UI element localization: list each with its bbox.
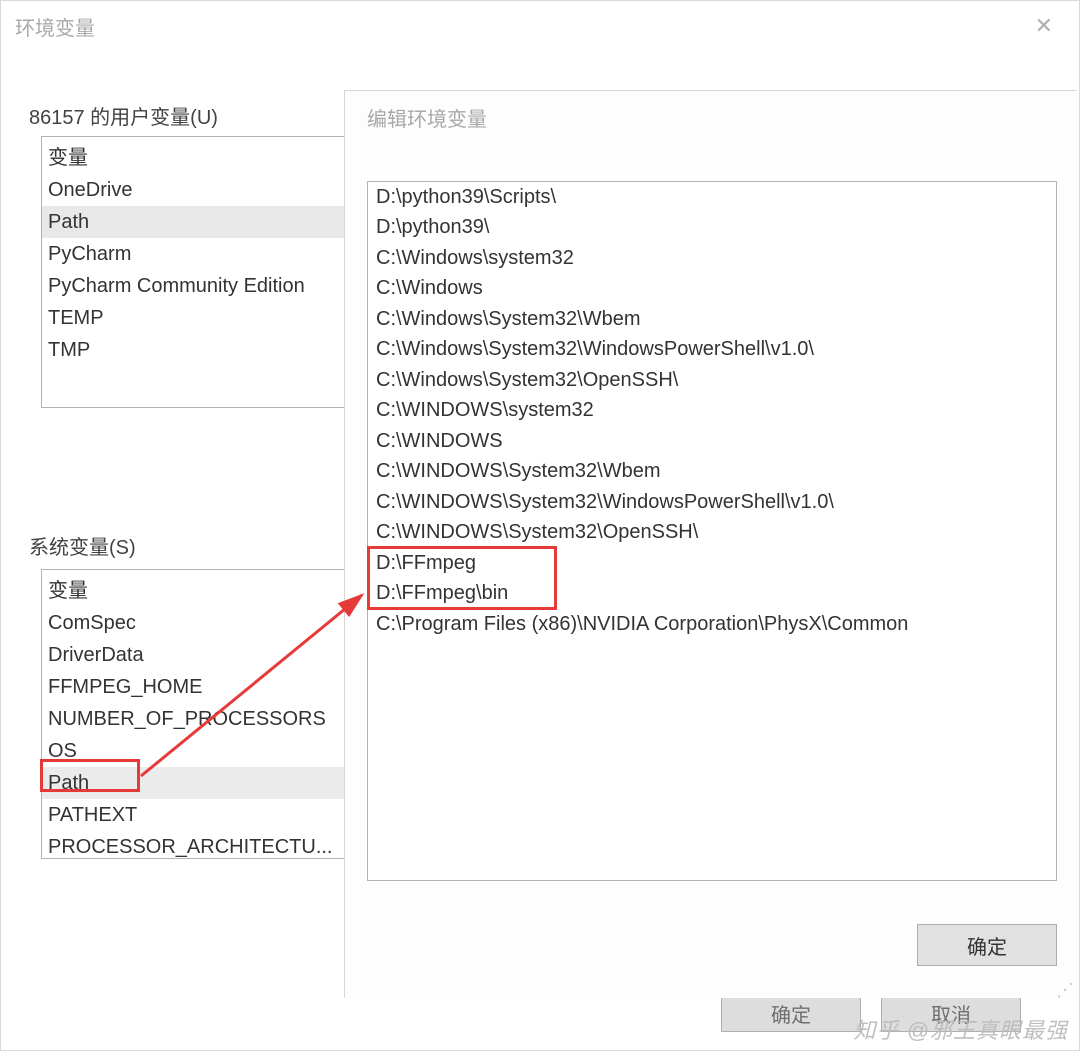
path-values-listbox[interactable]: D:\python39\Scripts\D:\python39\C:\Windo… bbox=[367, 181, 1057, 881]
ok-button[interactable]: 确定 bbox=[917, 924, 1057, 966]
list-item[interactable]: C:\WINDOWS\System32\OpenSSH\ bbox=[368, 518, 1056, 549]
list-item[interactable]: C:\Windows\System32\WindowsPowerShell\v1… bbox=[368, 335, 1056, 366]
edit-dialog-title: 编辑环境变量 bbox=[367, 109, 487, 131]
background-ok-button[interactable]: 确定 bbox=[721, 994, 861, 1032]
list-item[interactable]: D:\python39\Scripts\ bbox=[368, 182, 1056, 213]
list-item[interactable]: C:\WINDOWS\System32\Wbem bbox=[368, 457, 1056, 488]
main-title-bar[interactable]: 环境变量 ✕ bbox=[1, 1, 1079, 51]
list-item[interactable]: C:\Program Files (x86)\NVIDIA Corporatio… bbox=[368, 609, 1056, 640]
list-item[interactable]: D:\FFmpeg bbox=[368, 548, 1056, 579]
list-item[interactable]: C:\Windows bbox=[368, 274, 1056, 305]
list-item[interactable]: C:\Windows\System32\Wbem bbox=[368, 304, 1056, 335]
list-item[interactable]: C:\WINDOWS\System32\WindowsPowerShell\v1… bbox=[368, 487, 1056, 518]
watermark-text: 知乎 @邪王真眼最强 bbox=[854, 1013, 1068, 1045]
resize-grip-icon[interactable]: ⋰ bbox=[1056, 985, 1074, 995]
edit-dialog-title-bar[interactable]: 编辑环境变量 bbox=[345, 91, 1077, 141]
list-item[interactable]: C:\WINDOWS\system32 bbox=[368, 396, 1056, 427]
main-dialog-title: 环境变量 bbox=[15, 12, 95, 41]
list-item[interactable]: C:\Windows\System32\OpenSSH\ bbox=[368, 365, 1056, 396]
list-item[interactable]: C:\WINDOWS bbox=[368, 426, 1056, 457]
system-vars-label: 系统变量(S) bbox=[29, 531, 136, 560]
user-vars-label: 86157 的用户变量(U) bbox=[29, 101, 218, 130]
list-item[interactable]: D:\python39\ bbox=[368, 213, 1056, 244]
close-icon[interactable]: ✕ bbox=[1023, 9, 1065, 43]
list-item[interactable]: C:\Windows\system32 bbox=[368, 243, 1056, 274]
list-item[interactable]: D:\FFmpeg\bin bbox=[368, 579, 1056, 610]
edit-env-var-dialog: 编辑环境变量 D:\python39\Scripts\D:\python39\C… bbox=[344, 90, 1077, 998]
